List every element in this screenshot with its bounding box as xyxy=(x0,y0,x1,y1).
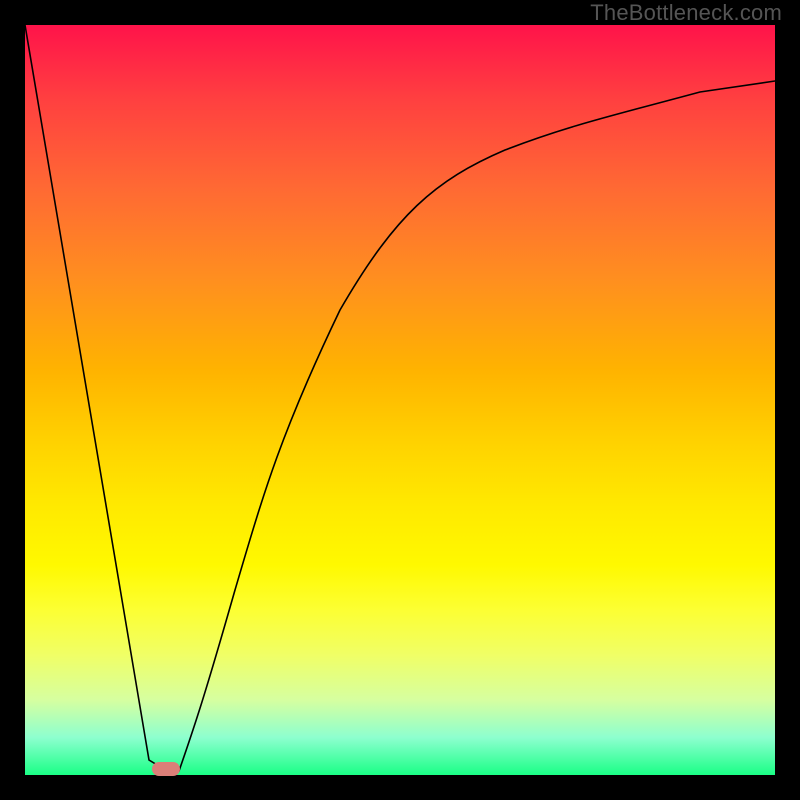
bottleneck-curve-segment-right xyxy=(179,81,775,771)
bottleneck-curve-segment-left xyxy=(25,25,167,771)
bottleneck-curve xyxy=(25,25,775,775)
chart-frame: TheBottleneck.com xyxy=(0,0,800,800)
watermark-text: TheBottleneck.com xyxy=(590,0,782,26)
bottleneck-marker xyxy=(152,762,180,776)
